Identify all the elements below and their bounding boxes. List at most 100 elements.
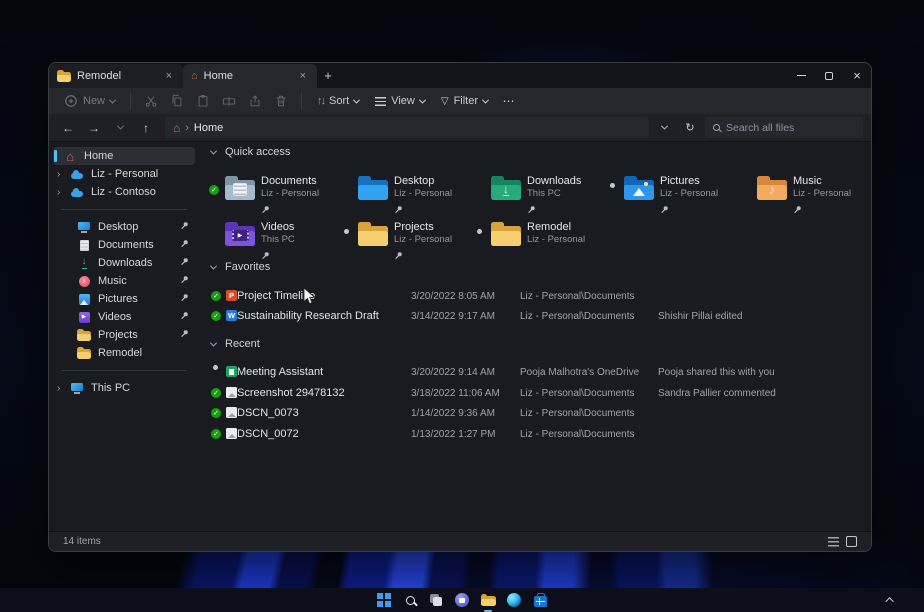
expand-chevron-icon[interactable]: ›: [57, 383, 67, 394]
filter-button[interactable]: ▽ Filter: [434, 92, 495, 110]
sidebar-item-liz-contoso[interactable]: › Liz - Contoso: [53, 183, 195, 201]
rename-button[interactable]: [217, 91, 241, 111]
address-dropdown-button[interactable]: [653, 118, 675, 138]
refresh-button[interactable]: ↻: [679, 118, 701, 138]
close-window-button[interactable]: ×: [843, 64, 871, 88]
share-button[interactable]: [243, 91, 267, 111]
tile-videos[interactable]: ▶ Videos This PC: [225, 220, 353, 264]
sidebar-item-videos[interactable]: ▶ Videos: [53, 308, 195, 326]
start-button[interactable]: [376, 592, 392, 608]
synced-icon: ✓: [211, 291, 221, 301]
tile-projects[interactable]: Projects Liz - Personal: [358, 220, 486, 264]
maximize-button[interactable]: [815, 64, 843, 88]
copy-icon: [170, 94, 184, 108]
new-button[interactable]: New: [57, 91, 122, 111]
folder-icon: [77, 329, 91, 342]
delete-button[interactable]: [269, 91, 293, 111]
file-row-dscn-0073[interactable]: ✓ DSCN_0073 1/14/2022 9:36 AM Liz - Pers…: [199, 403, 871, 423]
navigation-pane: ⌂ Home › Liz - Personal › Liz - Contoso …: [49, 143, 199, 531]
documents-folder-icon: [225, 176, 255, 200]
downloads-folder-icon: ↓: [491, 176, 521, 200]
pin-icon: [180, 257, 189, 269]
divider: [61, 209, 187, 210]
sidebar-item-pictures[interactable]: Pictures: [53, 290, 195, 308]
sidebar-item-home[interactable]: ⌂ Home: [53, 147, 195, 165]
large-icons-view-button[interactable]: [846, 536, 857, 547]
file-row-sustainability-research-draft[interactable]: ✓ W Sustainability Research Draft 3/14/2…: [199, 306, 871, 326]
expand-chevron-icon[interactable]: ›: [57, 187, 67, 198]
sidebar-item-music[interactable]: ♪ Music: [53, 272, 195, 290]
store-button[interactable]: [532, 592, 548, 608]
download-icon: ↓: [77, 257, 91, 270]
back-button[interactable]: ←: [57, 118, 79, 138]
document-icon: [77, 239, 91, 252]
paste-button[interactable]: [191, 91, 215, 111]
show-hidden-icons-button[interactable]: [885, 597, 893, 605]
sidebar-item-desktop[interactable]: Desktop: [53, 218, 195, 236]
view-button[interactable]: View: [368, 92, 432, 110]
section-header-quick-access[interactable]: Quick access: [211, 146, 290, 158]
pin-icon: [660, 201, 669, 219]
chat-button[interactable]: [454, 592, 470, 608]
sidebar-item-downloads[interactable]: ↓ Downloads: [53, 254, 195, 272]
file-row-meeting-assistant[interactable]: Meeting Assistant 3/20/2022 9:14 AM Pooj…: [199, 362, 871, 382]
minimize-button[interactable]: [787, 64, 815, 88]
close-tab-icon[interactable]: ×: [163, 70, 175, 83]
clipboard-icon: [196, 94, 210, 108]
tile-desktop[interactable]: Desktop Liz - Personal: [358, 174, 486, 218]
tab-remodel[interactable]: Remodel ×: [49, 64, 183, 88]
taskbar: [0, 588, 924, 612]
synced-icon: ✓: [211, 388, 221, 398]
desktop-icon: [77, 221, 91, 234]
tile-documents[interactable]: ✓ Documents Liz - Personal: [225, 174, 353, 218]
details-view-button[interactable]: [828, 537, 839, 548]
close-tab-icon[interactable]: ×: [297, 70, 309, 83]
task-view-button[interactable]: [428, 592, 444, 608]
command-bar: New ↑↓ Sort View: [49, 88, 871, 114]
recent-locations-button[interactable]: [109, 118, 131, 138]
file-explorer-window: Remodel × ⌂ Home × + × New: [48, 62, 872, 552]
sidebar-item-this-pc[interactable]: › This PC: [53, 379, 195, 397]
file-explorer-icon: [481, 594, 496, 606]
expand-chevron-icon[interactable]: ›: [57, 169, 67, 180]
tile-pictures[interactable]: Pictures Liz - Personal: [624, 174, 752, 218]
tile-downloads[interactable]: ↓ Downloads This PC: [491, 174, 619, 218]
search-input[interactable]: [726, 122, 855, 134]
file-row-dscn-0072[interactable]: ✓ DSCN_0072 1/13/2022 1:27 PM Liz - Pers…: [199, 424, 871, 444]
chevron-down-icon: [482, 96, 489, 103]
file-row-project-timeline[interactable]: ✓ P Project Timeline 3/20/2022 8:05 AM L…: [199, 286, 871, 306]
plus-circle-icon: [64, 94, 78, 108]
section-header-recent[interactable]: Recent: [211, 338, 260, 350]
breadcrumb-segment[interactable]: Home: [194, 122, 223, 134]
more-options-button[interactable]: ⋯: [497, 91, 521, 111]
new-tab-button[interactable]: +: [317, 63, 339, 88]
section-header-favorites[interactable]: Favorites: [211, 261, 270, 273]
filter-icon: ▽: [441, 96, 449, 107]
pin-icon: [180, 311, 189, 323]
word-icon: W: [226, 310, 237, 321]
sidebar-item-documents[interactable]: Documents: [53, 236, 195, 254]
task-view-icon: [430, 594, 442, 606]
up-button[interactable]: ↑: [135, 118, 157, 138]
sort-button[interactable]: ↑↓ Sort: [310, 92, 366, 110]
file-row-screenshot[interactable]: ✓ Screenshot 29478132 3/18/2022 11:06 AM…: [199, 383, 871, 403]
breadcrumb[interactable]: ⌂ › Home: [165, 117, 649, 138]
tab-home[interactable]: ⌂ Home ×: [183, 64, 317, 88]
sidebar-item-projects[interactable]: Projects: [53, 326, 195, 344]
desktop-folder-icon: [358, 176, 388, 200]
divider: [301, 93, 302, 109]
sidebar-item-liz-personal[interactable]: › Liz - Personal: [53, 165, 195, 183]
tab-label: Home: [204, 70, 291, 82]
trash-icon: [274, 94, 288, 108]
tile-remodel[interactable]: Remodel Liz - Personal: [491, 220, 619, 264]
copy-button[interactable]: [165, 91, 189, 111]
taskbar-search-button[interactable]: [402, 592, 418, 608]
forward-button[interactable]: →: [83, 118, 105, 138]
file-explorer-button[interactable]: [480, 592, 496, 608]
cut-button[interactable]: [139, 91, 163, 111]
sidebar-item-remodel[interactable]: Remodel: [53, 344, 195, 362]
chevron-down-icon: [660, 123, 667, 130]
home-icon: ⌂: [173, 121, 180, 135]
tile-music[interactable]: ♪ Music Liz - Personal: [757, 174, 872, 218]
edge-button[interactable]: [506, 592, 522, 608]
